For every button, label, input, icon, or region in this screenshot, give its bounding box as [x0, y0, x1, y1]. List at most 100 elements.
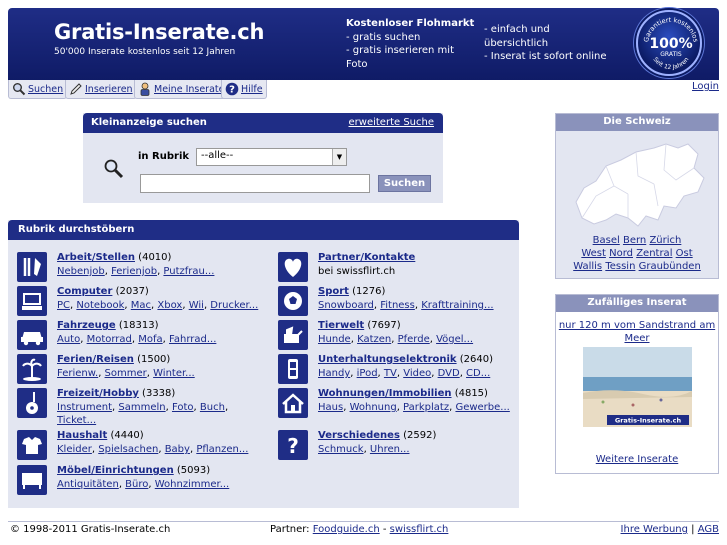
partner-link[interactable]: Foodguide.ch [313, 524, 380, 535]
subcategory-link[interactable]: Mac [131, 300, 151, 311]
subcategory-link[interactable]: iPod [357, 368, 378, 379]
region-link[interactable]: Nord [609, 248, 633, 259]
nav-inserieren[interactable]: Inserieren [65, 80, 137, 99]
region-link[interactable]: Tessin [605, 261, 635, 272]
category-link[interactable]: Ferien/Reisen [57, 354, 134, 365]
category-link[interactable]: Haushalt [57, 430, 107, 441]
subcategory-link[interactable]: PC [57, 300, 70, 311]
category-link[interactable]: Sport [318, 286, 349, 297]
house-icon[interactable] [278, 388, 308, 418]
subcategory-link[interactable]: Ferienjob [111, 266, 157, 277]
subcategory-link[interactable]: Schmuck [318, 444, 364, 455]
tools-icon[interactable] [17, 252, 47, 282]
random-ad-link[interactable]: nur 120 m vom Sandstrand am Meer [556, 319, 718, 345]
subcategory-link[interactable]: Wii [189, 300, 204, 311]
category-link[interactable]: Wohnungen/Immobilien [318, 388, 452, 399]
subcategory-link[interactable]: Foto [172, 402, 194, 413]
subcategory-link[interactable]: Xbox [157, 300, 182, 311]
subcategory-link[interactable]: Gewerbe... [455, 402, 509, 413]
category-link[interactable]: Verschiedenes [318, 430, 400, 441]
car-icon[interactable] [17, 320, 47, 350]
subcategory-link[interactable]: Krafttraining... [421, 300, 493, 311]
subcategory-link[interactable]: Büro [125, 479, 148, 490]
subcategory-link[interactable]: Sammeln [118, 402, 165, 413]
palm-tree-icon[interactable] [17, 354, 47, 384]
subcategory-link[interactable]: Antiquitäten [57, 479, 119, 490]
region-link[interactable]: Graubünden [639, 261, 701, 272]
subcategory-link[interactable]: Notebook [76, 300, 124, 311]
subcategory-link[interactable]: Buch [200, 402, 225, 413]
region-link[interactable]: Basel [593, 235, 620, 246]
guitar-icon[interactable] [17, 388, 47, 418]
football-icon[interactable] [278, 286, 308, 316]
subcategory-link[interactable]: Putzfrau... [163, 266, 214, 277]
heart-icon[interactable] [278, 252, 308, 282]
subcategory-link[interactable]: Instrument [57, 402, 112, 413]
subcategory-link[interactable]: Nebenjob [57, 266, 105, 277]
subcategory-link[interactable]: Pferde [398, 334, 430, 345]
subcategory-link[interactable]: Uhren... [370, 444, 410, 455]
sofa-icon[interactable] [17, 465, 47, 495]
computer-icon[interactable] [17, 286, 47, 316]
site-logo[interactable]: Gratis-Inserate.ch [54, 20, 265, 44]
category-link[interactable]: Möbel/Einrichtungen [57, 465, 174, 476]
nav-meine-inserate[interactable]: Meine Inserate [134, 80, 229, 99]
search-button[interactable]: Suchen [378, 175, 431, 192]
category-link[interactable]: Unterhaltungselektronik [318, 354, 457, 365]
search-input[interactable] [140, 174, 370, 193]
region-link[interactable]: Zürich [649, 235, 681, 246]
tshirt-icon[interactable] [17, 430, 47, 460]
switzerland-map[interactable] [566, 136, 708, 231]
subcategory-link[interactable]: Ferienw. [57, 368, 98, 379]
nav-suchen[interactable]: Suchen [8, 80, 68, 99]
more-ads-link[interactable]: Weitere Inserate [556, 454, 718, 465]
subcategory-link[interactable]: Haus [318, 402, 343, 413]
subcategory-link[interactable]: Parkplatz [403, 402, 449, 413]
category-link[interactable]: Tierwelt [318, 320, 364, 331]
category-link[interactable]: Freizeit/Hobby [57, 388, 139, 399]
agb-link[interactable]: AGB [698, 524, 719, 535]
subcategory-link[interactable]: TV [384, 368, 397, 379]
subcategory-link[interactable]: Drucker... [210, 300, 258, 311]
partner-link[interactable]: swissflirt.ch [390, 524, 449, 535]
subcategory-link[interactable]: Wohnung [350, 402, 397, 413]
dog-icon[interactable] [278, 320, 308, 350]
subcategory-link[interactable]: Wohnzimmer... [155, 479, 230, 490]
subcategory-link[interactable]: Mofa [138, 334, 162, 345]
subcategory-link[interactable]: Vögel... [436, 334, 473, 345]
subcategory-link[interactable]: Ticket... [57, 415, 96, 426]
category-link[interactable]: Arbeit/Stellen [57, 252, 135, 263]
region-link[interactable]: Ost [676, 248, 693, 259]
subcategory-link[interactable]: DVD [438, 368, 460, 379]
subcategory-link[interactable]: Hunde [318, 334, 351, 345]
subcategory-link[interactable]: Kleider [57, 444, 92, 455]
subcategory-link[interactable]: Pflanzen... [196, 444, 248, 455]
subcategory-link[interactable]: Baby [165, 444, 190, 455]
subcategory-link[interactable]: Video [403, 368, 431, 379]
login-link[interactable]: Login [692, 81, 719, 92]
subcategory-link[interactable]: Auto [57, 334, 80, 345]
category-link[interactable]: Fahrzeuge [57, 320, 116, 331]
random-ad-image[interactable]: Gratis-Inserate.ch [583, 347, 692, 427]
subcategory-link[interactable]: Fitness [380, 300, 415, 311]
subcategory-link[interactable]: Motorrad [87, 334, 132, 345]
subcategory-link[interactable]: Handy [318, 368, 350, 379]
category-link[interactable]: Computer [57, 286, 112, 297]
subcategory-link[interactable]: Snowboard [318, 300, 374, 311]
subcategory-link[interactable]: Spielsachen [98, 444, 158, 455]
subcategory-link[interactable]: Fahrrad... [169, 334, 216, 345]
subcategory-link[interactable]: Winter... [153, 368, 195, 379]
mobile-phone-icon[interactable] [278, 354, 308, 384]
advertise-link[interactable]: Ihre Werbung [621, 524, 688, 535]
advanced-search-link[interactable]: erweiterte Suche [349, 117, 434, 128]
region-link[interactable]: Bern [623, 235, 646, 246]
subcategory-link[interactable]: Sommer [105, 368, 147, 379]
region-link[interactable]: Zentral [636, 248, 672, 259]
subcategory-link[interactable]: CD... [466, 368, 490, 379]
region-link[interactable]: West [581, 248, 606, 259]
region-link[interactable]: Wallis [573, 261, 602, 272]
question-icon[interactable]: ? [278, 430, 308, 460]
rubrik-select[interactable]: --alle-- ▼ [196, 148, 347, 166]
subcategory-link[interactable]: Katzen [357, 334, 391, 345]
category-link[interactable]: Partner/Kontakte [318, 252, 415, 263]
